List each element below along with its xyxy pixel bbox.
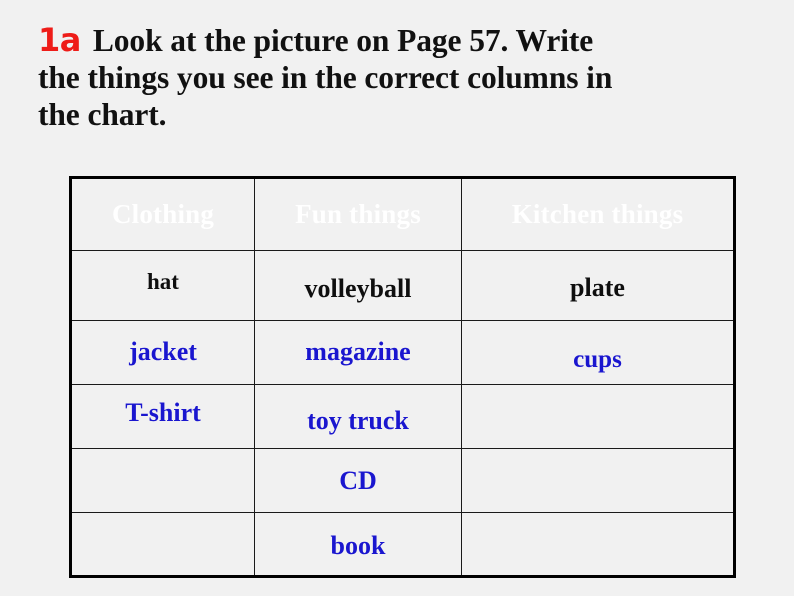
- column-header-clothing-label: Clothing: [111, 199, 215, 229]
- column-header-clothing: Clothing: [70, 177, 255, 251]
- cell-value-jacket: jacket: [129, 336, 197, 366]
- cell-clothing-5[interactable]: [70, 512, 255, 577]
- table-header-row: Clothing Fun things Kitchen things: [70, 177, 735, 251]
- cell-clothing-2[interactable]: jacket: [70, 320, 255, 385]
- cell-kitchen-1[interactable]: plate: [461, 250, 735, 321]
- cell-value-hat: hat: [147, 269, 179, 294]
- cell-fun-3[interactable]: toy truck: [254, 384, 462, 449]
- instruction-line-3: the chart.: [38, 97, 167, 132]
- table-row: jacket magazine cups: [70, 320, 735, 385]
- table-row: book: [70, 512, 735, 577]
- exercise-number-label: 1a: [38, 21, 81, 59]
- cell-fun-4[interactable]: CD: [254, 448, 462, 513]
- table-row: CD: [70, 448, 735, 513]
- instruction-text: 1a Look at the picture on Page 57. Write …: [38, 22, 778, 133]
- instruction-line-1-text: Look at the picture on Page 57. Write: [92, 23, 594, 58]
- table-row: hat volleyball plate: [70, 250, 735, 321]
- cell-kitchen-4[interactable]: [461, 448, 735, 513]
- cell-clothing-4[interactable]: [70, 448, 255, 513]
- cell-value-t-shirt: T-shirt: [125, 397, 201, 427]
- cell-value-cups: cups: [573, 346, 622, 373]
- cell-fun-5[interactable]: book: [254, 512, 462, 577]
- cell-fun-1[interactable]: volleyball: [254, 250, 462, 321]
- cell-value-plate: plate: [570, 272, 625, 302]
- instruction-line-2: the things you see in the correct column…: [38, 60, 613, 95]
- column-header-kitchen-things-label: Kitchen things: [511, 199, 684, 229]
- table-row: T-shirt toy truck: [70, 384, 735, 449]
- column-header-fun-things: Fun things: [254, 177, 462, 251]
- column-header-kitchen-things: Kitchen things: [461, 177, 735, 251]
- cell-clothing-1[interactable]: hat: [70, 250, 255, 321]
- cell-kitchen-5[interactable]: [461, 512, 735, 577]
- instruction-line-1: 1a Look at the picture on Page 57. Write: [38, 22, 778, 59]
- cell-kitchen-3[interactable]: [461, 384, 735, 449]
- cell-kitchen-2[interactable]: cups: [461, 320, 735, 385]
- cell-value-volleyball: volleyball: [304, 273, 412, 303]
- vocabulary-chart-table: Clothing Fun things Kitchen things hat v…: [69, 176, 736, 578]
- cell-value-cd: CD: [339, 465, 377, 495]
- cell-fun-2[interactable]: magazine: [254, 320, 462, 385]
- cell-value-book: book: [330, 531, 386, 560]
- cell-clothing-3[interactable]: T-shirt: [70, 384, 255, 449]
- column-header-fun-things-label: Fun things: [295, 199, 421, 229]
- cell-value-magazine: magazine: [305, 336, 411, 366]
- cell-value-toy-truck: toy truck: [307, 405, 409, 435]
